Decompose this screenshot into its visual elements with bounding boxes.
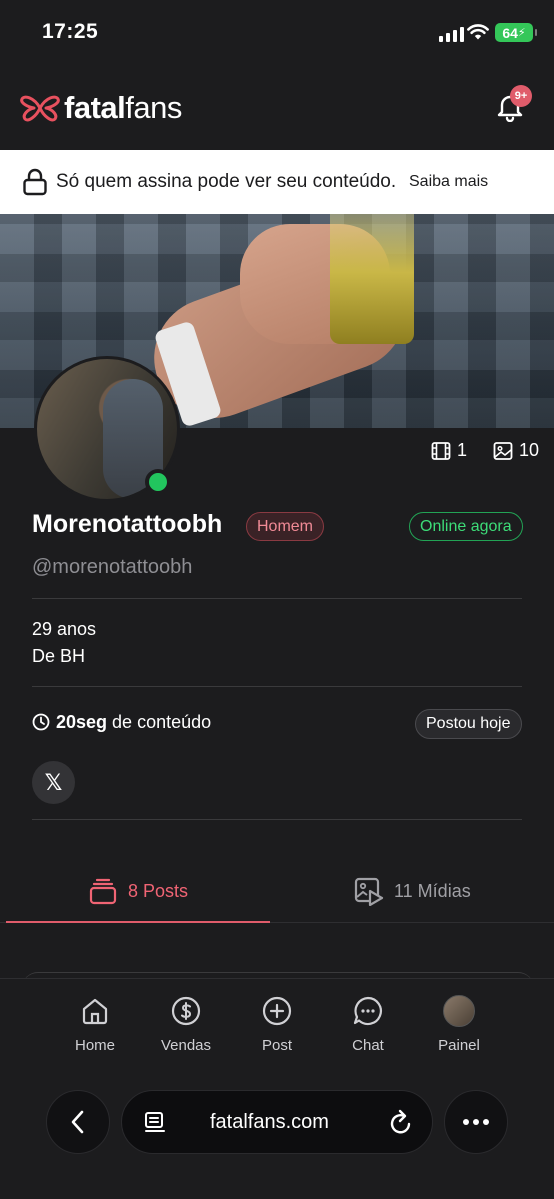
lock-icon: [23, 168, 47, 196]
status-time: 17:25: [42, 20, 99, 43]
notice-text: Só quem assina pode ver seu conteúdo.: [56, 171, 397, 192]
content-duration: 20seg de conteúdo: [56, 712, 211, 733]
profile-handle: @morenotattoobh: [32, 556, 193, 578]
battery-level: 64: [502, 24, 518, 41]
nav-dashboard-label: Painel: [438, 1037, 480, 1054]
cellular-signal-icon: [439, 26, 464, 42]
online-status-badge: Online agora: [409, 512, 523, 541]
profile-age: 29 anos: [32, 619, 97, 639]
dollar-icon: [171, 996, 201, 1026]
tab-media-label: 11 Mídias: [394, 880, 471, 901]
tab-media[interactable]: 11 Mídias: [354, 876, 471, 906]
nav-sales[interactable]: Vendas: [141, 995, 231, 1054]
tab-posts-label: 8 Posts: [128, 880, 189, 901]
reload-icon[interactable]: [388, 1109, 414, 1137]
plus-circle-icon: [262, 996, 292, 1026]
nav-home-label: Home: [74, 1037, 115, 1054]
url-text: fatalfans.com: [210, 1111, 329, 1133]
x-social-button[interactable]: 𝕏: [32, 761, 75, 804]
more-dots-icon: [463, 1119, 489, 1125]
chat-icon: [353, 996, 382, 1026]
active-tab-indicator: [6, 921, 270, 923]
nav-dashboard[interactable]: Painel: [414, 995, 504, 1054]
tab-posts[interactable]: 8 Posts: [88, 876, 188, 906]
gender-badge: Homem: [246, 512, 325, 541]
nav-chat-label: Chat: [352, 1037, 384, 1054]
content-duration-label: de conteúdo: [107, 712, 212, 732]
nav-post-label: Post: [261, 1037, 292, 1054]
nav-home[interactable]: Home: [50, 995, 140, 1054]
wifi-icon: [467, 24, 489, 40]
x-logo-icon: 𝕏: [44, 769, 63, 795]
charging-icon: ⚡: [517, 27, 526, 39]
fatalfans-logo[interactable]: fatalfans: [20, 90, 182, 126]
home-icon: [82, 998, 108, 1025]
profile-name: Morenotattoobh: [32, 510, 223, 538]
user-avatar: [443, 995, 475, 1027]
video-count: 1: [457, 440, 468, 460]
divider: [32, 598, 522, 599]
bottom-nav: Home Vendas Post Chat Painel: [0, 978, 554, 1078]
stack-icon: [89, 878, 117, 905]
nav-post[interactable]: Post: [232, 995, 322, 1054]
reader-mode-icon[interactable]: [144, 1111, 166, 1135]
chevron-left-icon: [71, 1110, 84, 1134]
learn-more-link[interactable]: Saiba mais: [409, 173, 488, 191]
subscribe-notice: Só quem assina pode ver seu conteúdo. Sa…: [0, 150, 554, 214]
status-bar: 17:25 64 ⚡: [0, 0, 554, 66]
content-duration-value: 20seg: [56, 712, 108, 732]
browser-back-button[interactable]: [46, 1090, 110, 1154]
browser-toolbar: fatalfans.com: [0, 1078, 554, 1199]
posted-today-badge: Postou hoje: [415, 709, 522, 739]
image-count: 10: [519, 440, 540, 460]
image-icon: [493, 441, 513, 460]
media-counts: 1 10: [431, 440, 539, 461]
notification-badge: 9+: [510, 85, 532, 107]
logo-word-fatal: fatal: [64, 90, 126, 125]
film-icon: [431, 441, 451, 460]
battery-indicator: 64 ⚡: [495, 23, 537, 42]
browser-more-button[interactable]: [444, 1090, 508, 1154]
logo-word-fans: fans: [125, 90, 182, 125]
profile-location: De BH: [32, 646, 86, 666]
divider: [32, 819, 522, 820]
divider: [32, 686, 522, 687]
address-bar[interactable]: fatalfans.com: [121, 1090, 433, 1154]
nav-chat[interactable]: Chat: [323, 995, 413, 1054]
nav-sales-label: Vendas: [160, 1037, 212, 1054]
app-header: fatalfans 9+: [0, 66, 554, 150]
cover-glass: [330, 214, 414, 344]
clock-icon: [32, 713, 50, 731]
butterfly-logo-icon: [20, 95, 60, 122]
online-indicator: [145, 469, 171, 495]
media-gallery-icon: [354, 877, 384, 906]
